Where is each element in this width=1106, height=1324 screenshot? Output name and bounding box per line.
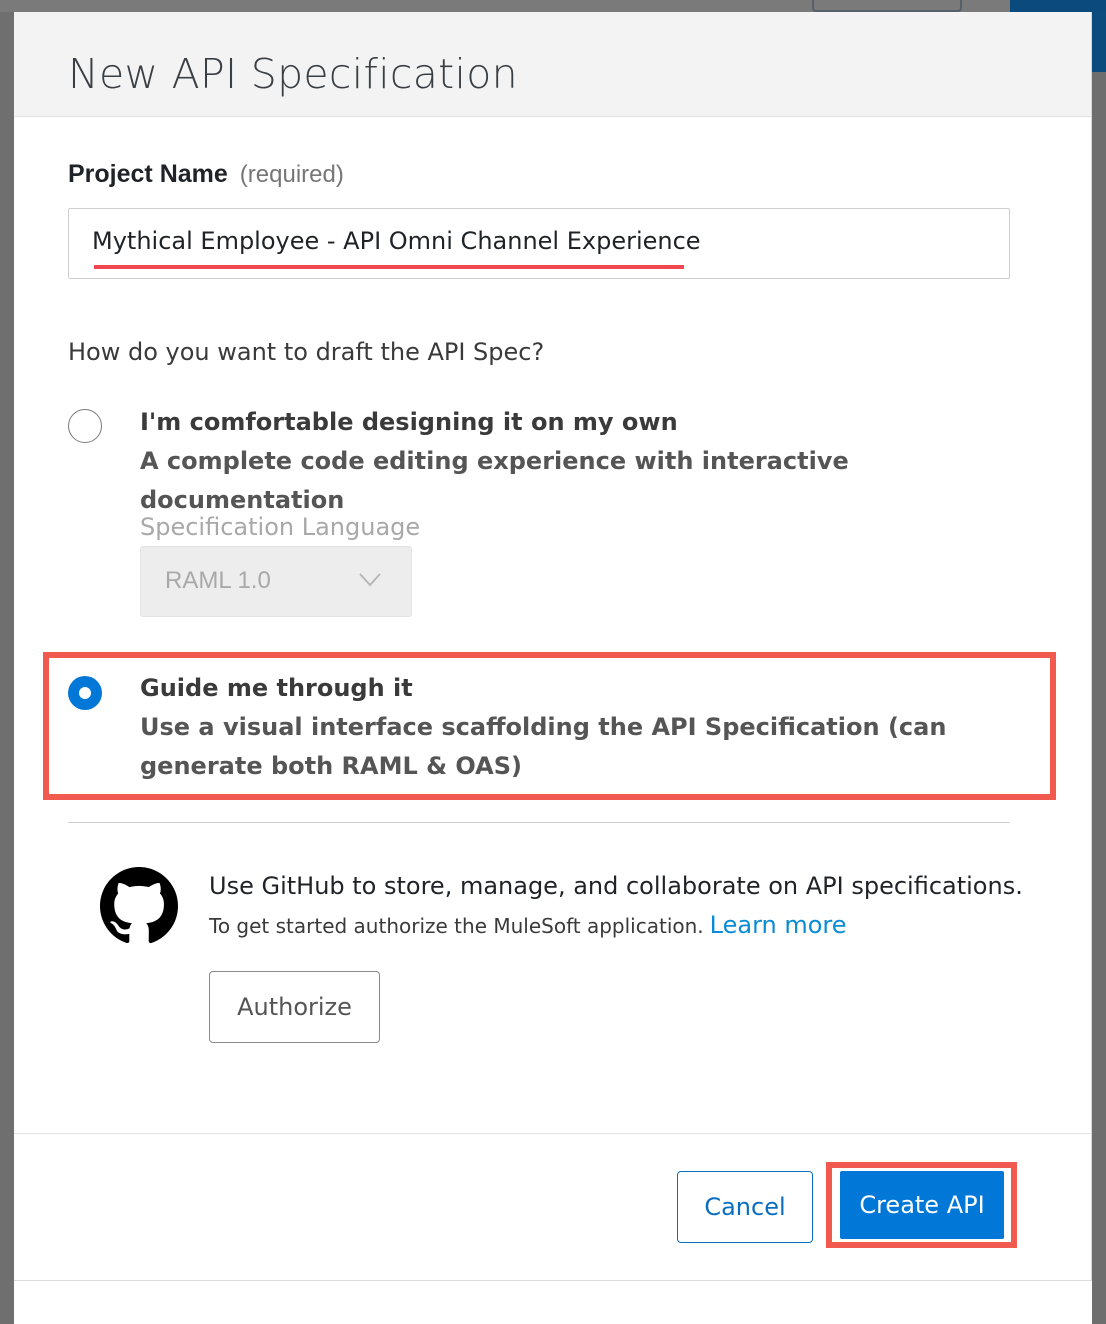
background-button	[812, 0, 962, 12]
create-api-button[interactable]: Create API	[840, 1171, 1004, 1239]
project-name-value: Mythical Employee - API Omni Channel Exp…	[92, 227, 701, 255]
required-hint: (required)	[239, 161, 344, 188]
section-divider	[68, 822, 1010, 823]
project-name-label-row: Project Name (required)	[68, 160, 344, 189]
dialog-header: New API Specification	[14, 12, 1091, 117]
option-guide-me-description: Use a visual interface scaffolding the A…	[140, 713, 947, 780]
option-design-own-description: A complete code editing experience with …	[140, 447, 849, 514]
learn-more-link[interactable]: Learn more	[710, 911, 847, 939]
annotation-underline	[94, 265, 684, 269]
background-right-button	[1092, 12, 1106, 72]
project-name-label: Project Name	[68, 160, 228, 188]
github-subtitle-row: To get started authorize the MuleSoft ap…	[209, 911, 847, 939]
background-primary-button	[1010, 0, 1106, 12]
github-title: Use GitHub to store, manage, and collabo…	[209, 872, 1023, 900]
github-subtitle: To get started authorize the MuleSoft ap…	[209, 914, 704, 938]
spec-language-label: Specification Language	[140, 513, 421, 541]
draft-question: How do you want to draft the API Spec?	[68, 338, 545, 366]
option-guide-me-title[interactable]: Guide me through it	[140, 674, 413, 702]
radio-design-own[interactable]	[68, 409, 102, 443]
footer-divider	[14, 1133, 1091, 1134]
background-right-edge	[1092, 12, 1106, 1324]
spec-language-value: RAML 1.0	[165, 567, 271, 594]
new-api-spec-dialog: New API Specification Project Name (requi…	[14, 12, 1092, 1280]
spec-language-select[interactable]: RAML 1.0	[140, 546, 412, 617]
project-name-input[interactable]: Mythical Employee - API Omni Channel Exp…	[68, 208, 1010, 279]
dialog-title: New API Specification	[68, 50, 518, 98]
cancel-button[interactable]: Cancel	[677, 1171, 813, 1243]
annotation-highlight-create: Create API	[826, 1162, 1017, 1248]
dialog-bottom-edge	[14, 1280, 1092, 1324]
github-icon	[100, 867, 178, 944]
chevron-down-icon	[359, 573, 381, 587]
radio-guide-me[interactable]	[68, 676, 102, 710]
option-design-own-title[interactable]: I'm comfortable designing it on my own	[140, 408, 678, 436]
authorize-button[interactable]: Authorize	[209, 971, 380, 1043]
